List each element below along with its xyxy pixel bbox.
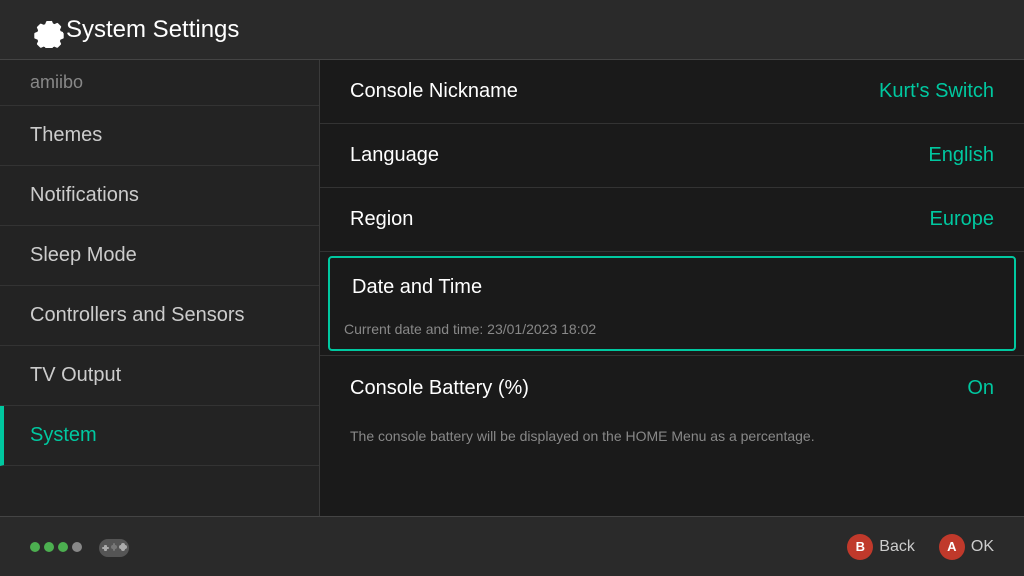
- date-time-row[interactable]: Date and Time: [330, 258, 1014, 317]
- footer-dots: [30, 542, 82, 552]
- dot-2: [44, 542, 54, 552]
- header: System Settings: [0, 0, 1024, 60]
- dot-1: [30, 542, 40, 552]
- a-button-icon: A: [939, 534, 965, 560]
- b-button-icon: B: [847, 534, 873, 560]
- sidebar-item-system[interactable]: System: [0, 406, 319, 466]
- back-label: Back: [879, 538, 915, 556]
- ok-button[interactable]: A OK: [939, 534, 994, 560]
- language-label: Language: [350, 144, 439, 167]
- content-panel: Console Nickname Kurt's Switch Language …: [320, 60, 1024, 516]
- console-battery-sub: The console battery will be displayed on…: [320, 420, 1024, 460]
- date-time-selected-border: Date and Time Current date and time: 23/…: [328, 256, 1016, 351]
- console-nickname-value: Kurt's Switch: [879, 80, 994, 103]
- dot-3: [58, 542, 68, 552]
- console-nickname-label: Console Nickname: [350, 80, 518, 103]
- ok-label: OK: [971, 538, 994, 556]
- page-title: System Settings: [66, 16, 239, 44]
- main-layout: amiibo Themes Notifications Sleep Mode C…: [0, 60, 1024, 516]
- controller-icon: [94, 527, 134, 567]
- sidebar-item-controllers-sensors[interactable]: Controllers and Sensors: [0, 286, 319, 346]
- sidebar: amiibo Themes Notifications Sleep Mode C…: [0, 60, 320, 516]
- date-time-label: Date and Time: [352, 276, 482, 299]
- sidebar-item-amiibo[interactable]: amiibo: [0, 60, 319, 106]
- language-value: English: [928, 144, 994, 167]
- console-battery-row[interactable]: Console Battery (%) On: [320, 356, 1024, 420]
- footer-right: B Back A OK: [847, 534, 994, 560]
- gear-icon: [30, 12, 66, 48]
- console-battery-block: Console Battery (%) On The console batte…: [320, 356, 1024, 460]
- footer: B Back A OK: [0, 516, 1024, 576]
- region-label: Region: [350, 208, 413, 231]
- sidebar-item-tv-output[interactable]: TV Output: [0, 346, 319, 406]
- sidebar-item-notifications[interactable]: Notifications: [0, 166, 319, 226]
- dot-4: [72, 542, 82, 552]
- sidebar-item-themes[interactable]: Themes: [0, 106, 319, 166]
- region-row[interactable]: Region Europe: [320, 188, 1024, 252]
- date-time-sub: Current date and time: 23/01/2023 18:02: [330, 317, 1014, 349]
- region-value: Europe: [930, 208, 995, 231]
- console-battery-value: On: [967, 377, 994, 400]
- console-nickname-row[interactable]: Console Nickname Kurt's Switch: [320, 60, 1024, 124]
- footer-left: [30, 527, 134, 567]
- sidebar-item-sleep-mode[interactable]: Sleep Mode: [0, 226, 319, 286]
- language-row[interactable]: Language English: [320, 124, 1024, 188]
- back-button[interactable]: B Back: [847, 534, 915, 560]
- console-battery-label: Console Battery (%): [350, 377, 529, 400]
- date-time-block: Date and Time Current date and time: 23/…: [320, 256, 1024, 356]
